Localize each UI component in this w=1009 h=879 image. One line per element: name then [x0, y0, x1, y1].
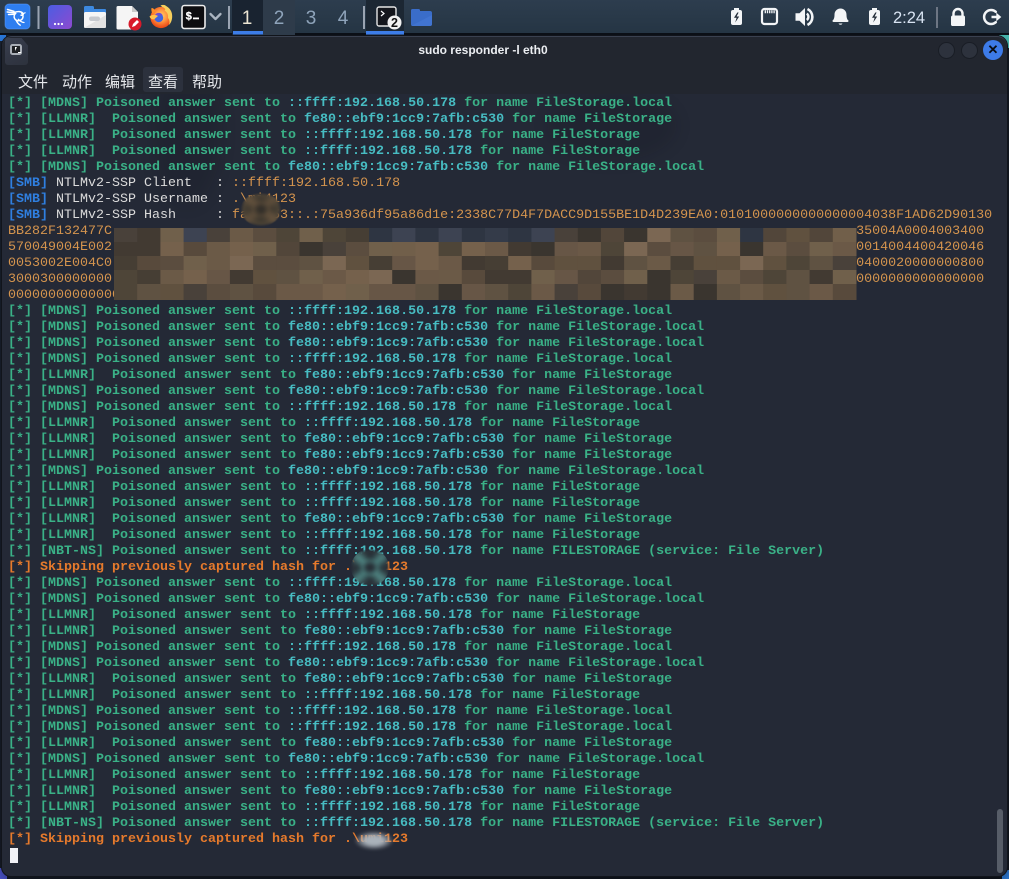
svg-text:1: 1 [242, 8, 253, 29]
svg-text:3: 3 [306, 8, 317, 29]
svg-text:2:24: 2:24 [893, 9, 925, 27]
svg-text:2: 2 [391, 16, 398, 30]
svg-text:4: 4 [338, 8, 349, 29]
svg-text:2: 2 [274, 8, 285, 29]
svg-text:$: $ [186, 12, 193, 24]
